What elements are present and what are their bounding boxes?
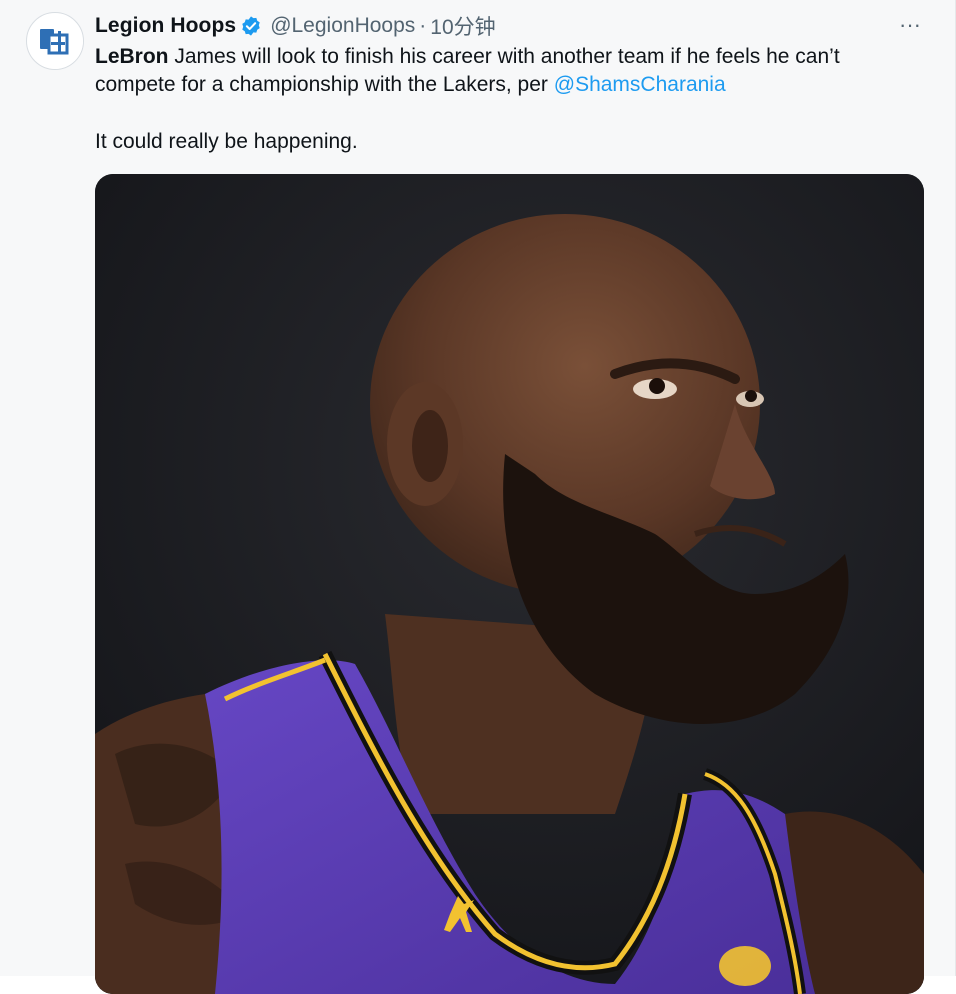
display-name[interactable]: Legion Hoops <box>95 14 236 38</box>
more-options-icon[interactable]: ··· <box>895 12 925 38</box>
avatar[interactable] <box>26 12 84 70</box>
tweet-text-bold: LeBron <box>95 45 169 68</box>
handle[interactable]: @LegionHoops <box>270 14 415 38</box>
separator: · <box>419 14 427 37</box>
tweet-text-paragraph-2: It could really be happening. <box>95 130 358 153</box>
tweet-text-line-2-body: compete for a championship with the Lake… <box>95 73 554 96</box>
tweet-text-line-1-rest: James will look to finish his career wit… <box>168 45 840 68</box>
tweet-photo[interactable] <box>95 174 924 994</box>
tweet-card: Legion Hoops @LegionHoops · 10分钟 ··· LeB… <box>0 0 956 994</box>
timestamp[interactable]: 10分钟 <box>430 11 495 41</box>
tweet-text: LeBron James will look to finish his car… <box>95 43 925 156</box>
verified-badge-icon <box>240 15 262 37</box>
tweet-text-line-1: LeBron James will look to finish his car… <box>95 43 925 71</box>
tweet-header: Legion Hoops @LegionHoops · 10分钟 <box>95 10 915 42</box>
mention-link[interactable]: @ShamsCharania <box>554 73 726 96</box>
player-photo-image <box>95 174 924 994</box>
legion-hoops-logo-icon <box>29 15 83 69</box>
tweet-text-line-2: compete for a championship with the Lake… <box>95 71 925 99</box>
